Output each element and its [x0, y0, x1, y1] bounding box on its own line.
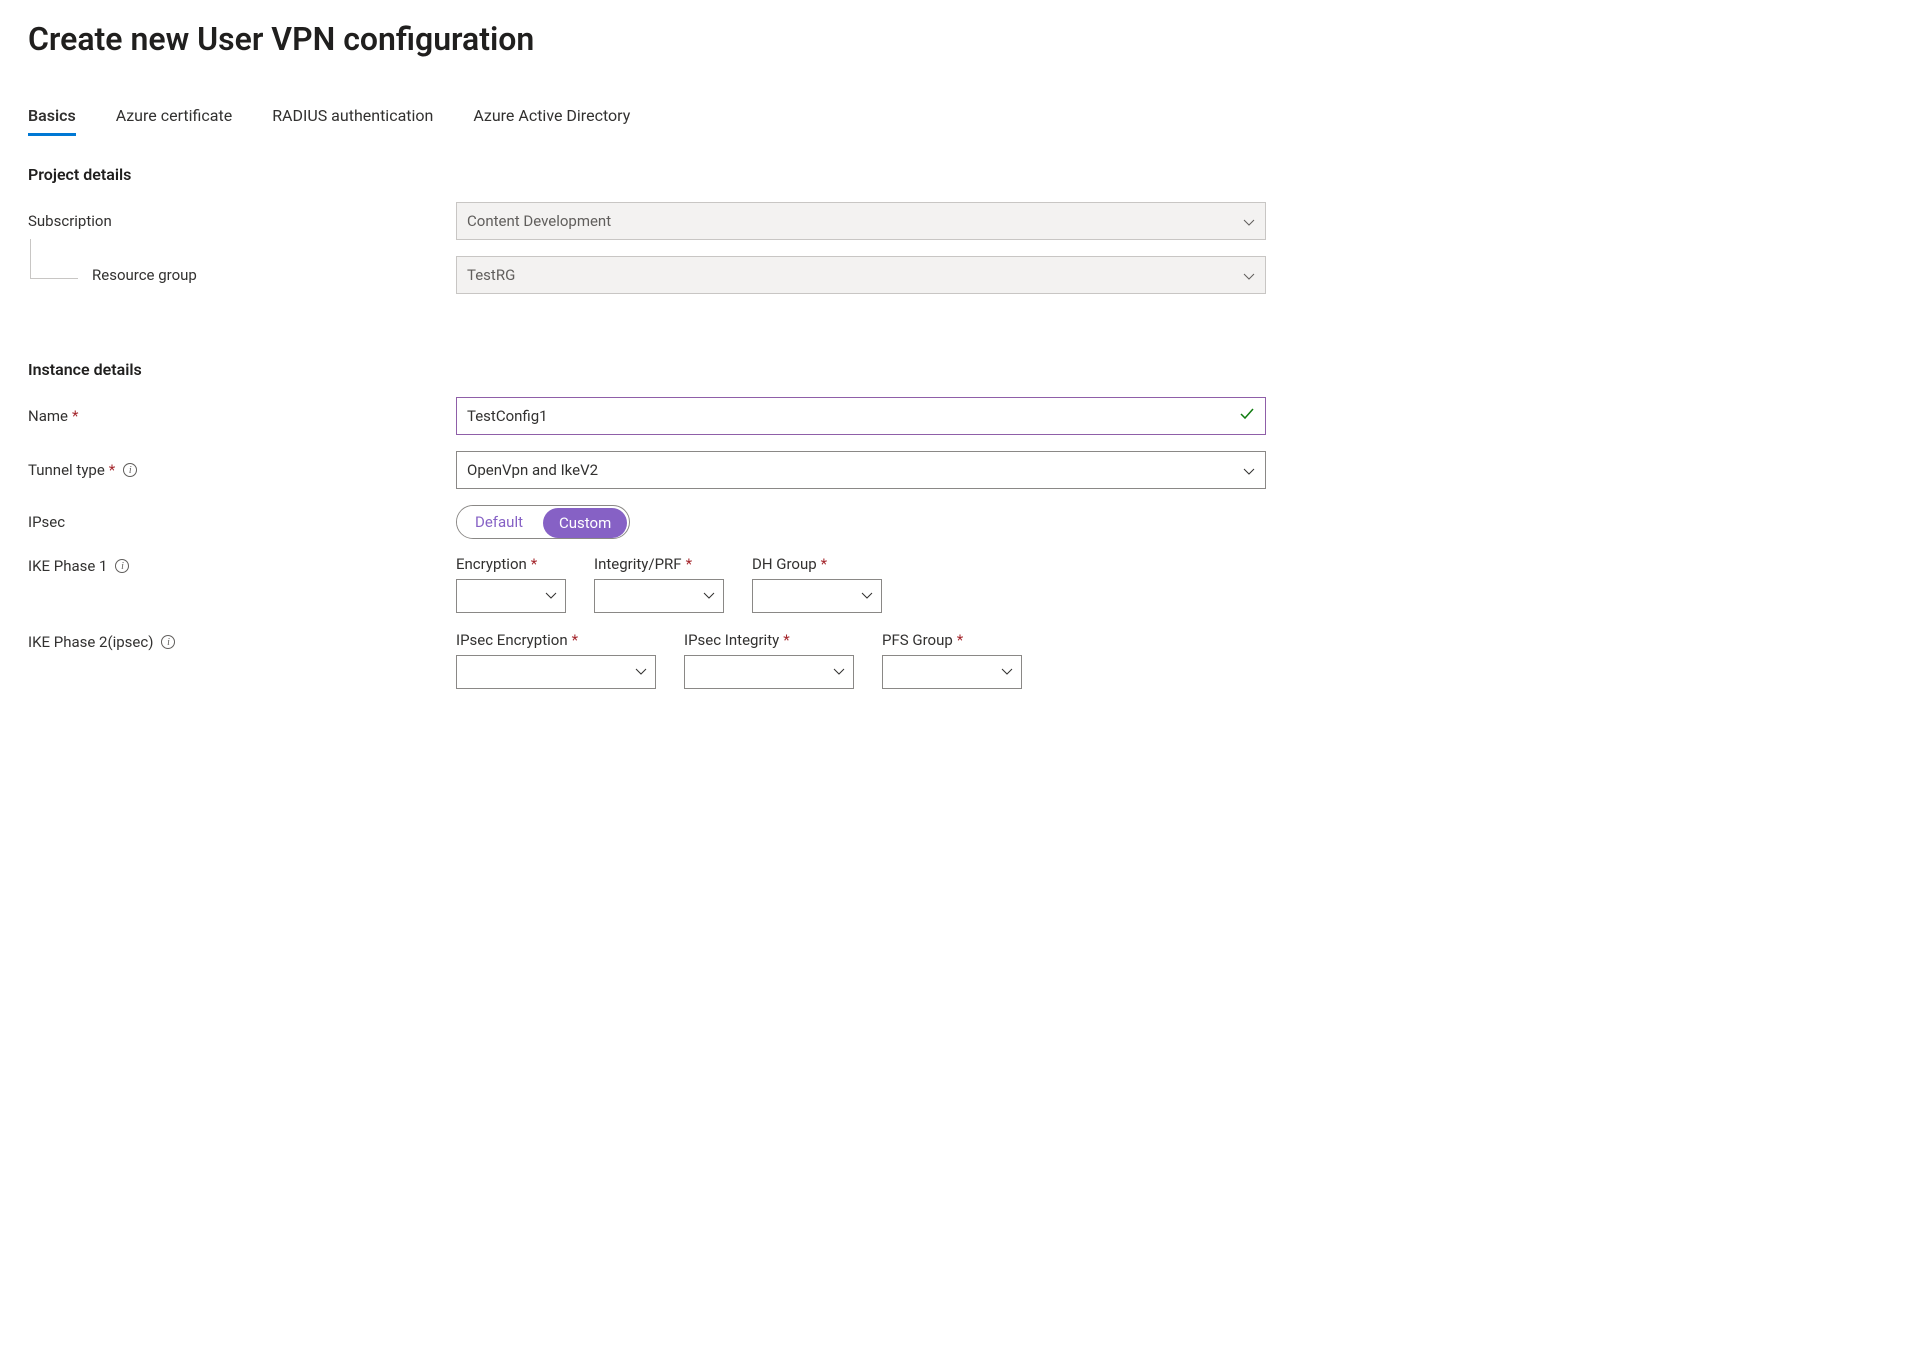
phase2-pfs-group-select[interactable] [882, 655, 1022, 689]
subscription-select[interactable]: Content Development [456, 202, 1266, 240]
resource-group-value: TestRG [467, 266, 515, 284]
label-phase2-ipsec-encryption: IPsec Encryption* [456, 631, 656, 649]
chevron-down-icon [1001, 666, 1013, 678]
label-resource-group: Resource group [28, 266, 456, 284]
section-instance-details-title: Instance details [28, 360, 1901, 379]
tab-azure-active-directory[interactable]: Azure Active Directory [473, 106, 630, 136]
label-phase1-integrity: Integrity/PRF* [594, 555, 724, 573]
info-icon[interactable]: i [115, 559, 129, 573]
tab-radius-authentication[interactable]: RADIUS authentication [272, 106, 433, 136]
ipsec-toggle: Default Custom [456, 505, 630, 539]
chevron-down-icon [635, 666, 647, 678]
label-ike-phase2: IKE Phase 2(ipsec) i [28, 631, 456, 651]
tabs: Basics Azure certificate RADIUS authenti… [28, 106, 1901, 137]
chevron-down-icon [545, 590, 557, 602]
label-ipsec: IPsec [28, 513, 456, 531]
phase2-ipsec-encryption-select[interactable] [456, 655, 656, 689]
chevron-down-icon [1243, 215, 1255, 227]
phase2-ipsec-integrity-select[interactable] [684, 655, 854, 689]
tab-azure-certificate[interactable]: Azure certificate [116, 106, 232, 136]
chevron-down-icon [833, 666, 845, 678]
tunnel-type-select[interactable]: OpenVpn and IkeV2 [456, 451, 1266, 489]
label-subscription: Subscription [28, 212, 456, 230]
name-value: TestConfig1 [467, 407, 548, 425]
phase1-encryption-select[interactable] [456, 579, 566, 613]
label-phase1-dhgroup: DH Group* [752, 555, 882, 573]
tab-basics[interactable]: Basics [28, 106, 76, 136]
subscription-value: Content Development [467, 212, 611, 230]
label-ike-phase1: IKE Phase 1 i [28, 555, 456, 575]
label-resource-group-text: Resource group [92, 266, 197, 284]
chevron-down-icon [861, 590, 873, 602]
name-input[interactable]: TestConfig1 [456, 397, 1266, 435]
info-icon[interactable]: i [123, 463, 137, 477]
page-title: Create new User VPN configuration [28, 20, 1901, 58]
label-tunnel-type: Tunnel type* i [28, 461, 456, 479]
label-phase2-ipsec-integrity: IPsec Integrity* [684, 631, 854, 649]
section-project-details-title: Project details [28, 165, 1901, 184]
chevron-down-icon [703, 590, 715, 602]
label-phase1-encryption: Encryption* [456, 555, 566, 573]
phase1-integrity-select[interactable] [594, 579, 724, 613]
ipsec-custom-option[interactable]: Custom [543, 508, 627, 538]
chevron-down-icon [1243, 269, 1255, 281]
ipsec-default-option[interactable]: Default [457, 506, 541, 538]
info-icon[interactable]: i [161, 635, 175, 649]
tree-indent-line [30, 239, 78, 279]
resource-group-select[interactable]: TestRG [456, 256, 1266, 294]
phase1-dhgroup-select[interactable] [752, 579, 882, 613]
label-phase2-pfs-group: PFS Group* [882, 631, 1022, 649]
tunnel-type-value: OpenVpn and IkeV2 [467, 461, 598, 479]
chevron-down-icon [1243, 464, 1255, 476]
checkmark-icon [1239, 406, 1255, 426]
label-name: Name* [28, 407, 456, 425]
